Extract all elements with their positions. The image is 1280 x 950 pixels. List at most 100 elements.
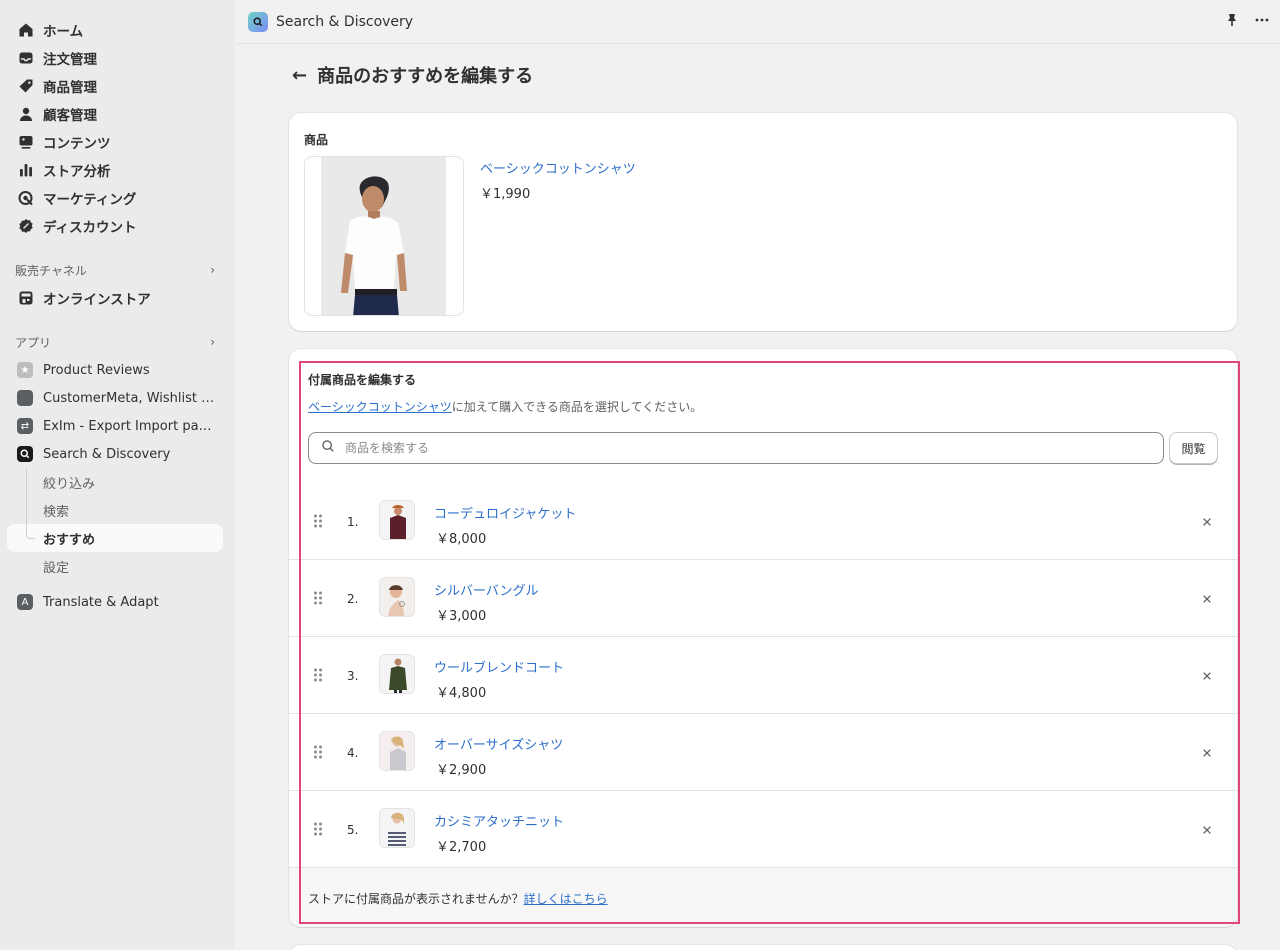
- nav-label: 顧客管理: [43, 108, 97, 124]
- list-item: 5. カシミアタッチニット ￥2,700: [289, 791, 1237, 868]
- page-title-text: 商品のおすすめを編集する: [317, 66, 534, 87]
- page-title: ← 商品のおすすめを編集する: [292, 62, 533, 88]
- nav-content[interactable]: コンテンツ: [0, 128, 235, 156]
- app-label: Translate & Adapt: [43, 594, 159, 610]
- star-icon: ★: [17, 362, 33, 378]
- item-thumbnail: [379, 654, 415, 694]
- nav-customers[interactable]: 顧客管理: [0, 100, 235, 128]
- remove-item-close-icon[interactable]: [1196, 511, 1218, 533]
- subnav-label: おすすめ: [43, 532, 96, 548]
- nav-label: 注文管理: [43, 52, 97, 68]
- export-import-icon: ⇄: [17, 418, 33, 434]
- remove-item-close-icon[interactable]: [1196, 665, 1218, 687]
- next-card-edge: [289, 945, 1237, 950]
- learn-more-link[interactable]: 詳しくはこちら: [524, 892, 608, 906]
- item-number: 5.: [347, 823, 359, 837]
- translate-icon: A: [17, 594, 33, 610]
- subnav-settings[interactable]: 設定: [0, 552, 235, 580]
- nav-discounts[interactable]: ディスカウント: [0, 212, 235, 240]
- sales-channels-label: 販売チャネル: [15, 263, 87, 278]
- tag-icon: [17, 77, 35, 95]
- item-name-link[interactable]: コーデュロイジャケット: [434, 503, 576, 522]
- drag-handle-icon[interactable]: [313, 513, 323, 533]
- app-customermeta[interactable]: CustomerMeta, Wishlist C...: [0, 384, 235, 412]
- pin-icon[interactable]: [1224, 12, 1240, 32]
- chevron-right-icon: ›: [210, 335, 215, 349]
- subnav-recommendations[interactable]: おすすめ: [7, 524, 223, 552]
- app-topbar: Search & Discovery: [235, 0, 1280, 44]
- related-products-title: 付属商品を編集する: [308, 373, 417, 387]
- nav-label: コンテンツ: [43, 136, 111, 152]
- drag-handle-icon[interactable]: [313, 667, 323, 687]
- app-search-discovery[interactable]: Search & Discovery: [0, 440, 235, 468]
- app-product-reviews[interactable]: ★ Product Reviews: [0, 356, 235, 384]
- subnav-filters[interactable]: 絞り込み: [0, 468, 235, 496]
- nav-orders[interactable]: 注文管理: [0, 44, 235, 72]
- tree-line: [26, 468, 27, 524]
- chevron-right-icon: ›: [210, 263, 215, 277]
- remove-item-close-icon[interactable]: [1196, 742, 1218, 764]
- nav-label: ディスカウント: [43, 220, 137, 236]
- nav-products[interactable]: 商品管理: [0, 72, 235, 100]
- apps-label: アプリ: [15, 335, 52, 350]
- item-name-link[interactable]: ウールブレンドコート: [434, 657, 564, 676]
- drag-handle-icon[interactable]: [313, 590, 323, 610]
- item-price: ￥8,000: [436, 532, 487, 547]
- item-price: ￥2,900: [436, 763, 487, 778]
- search-input[interactable]: [345, 441, 1125, 455]
- remove-item-close-icon[interactable]: [1196, 588, 1218, 610]
- item-thumbnail: [379, 808, 415, 848]
- nav-marketing[interactable]: マーケティング: [0, 184, 235, 212]
- item-number: 4.: [347, 746, 359, 760]
- item-name-link[interactable]: カシミアタッチニット: [434, 811, 564, 830]
- item-name-link[interactable]: シルバーバングル: [434, 580, 539, 599]
- back-arrow-icon[interactable]: ←: [292, 65, 307, 86]
- item-thumbnail: [379, 500, 415, 540]
- sidebar: ホーム 注文管理 商品管理 顧客管理 コンテンツ ストア分析 マーケティング デ…: [0, 0, 235, 950]
- product-image: [304, 156, 464, 316]
- remove-item-close-icon[interactable]: [1196, 819, 1218, 841]
- product-name-link[interactable]: ベーシックコットンシャツ: [480, 158, 636, 177]
- search-discovery-logo-icon: [248, 11, 268, 32]
- related-products-card: 付属商品を編集する ベーシックコットンシャツに加えて購入できる商品を選択してくだ…: [289, 349, 1237, 927]
- app-translate-adapt[interactable]: A Translate & Adapt: [0, 588, 235, 616]
- drag-handle-icon[interactable]: [313, 744, 323, 764]
- item-name-link[interactable]: オーバーサイズシャツ: [434, 734, 563, 753]
- nav-label: 商品管理: [43, 80, 97, 96]
- app-label: ExIm - Export Import pages: [43, 418, 218, 434]
- product-price: ￥1,990: [480, 187, 531, 202]
- drag-handle-icon[interactable]: [313, 821, 323, 841]
- nav-label: ストア分析: [43, 164, 111, 180]
- product-link[interactable]: ベーシックコットンシャツ: [308, 400, 452, 414]
- item-thumbnail: [379, 731, 415, 771]
- subnav-label: 検索: [43, 504, 70, 520]
- nav-home[interactable]: ホーム: [0, 16, 235, 44]
- subnav-label: 設定: [43, 560, 70, 576]
- subnav-search[interactable]: 検索: [0, 496, 235, 524]
- nav-online-store[interactable]: オンラインストア: [0, 284, 235, 312]
- product-section-label: 商品: [304, 133, 329, 147]
- related-products-description: ベーシックコットンシャツに加えて購入できる商品を選択してください。: [308, 398, 702, 415]
- bar-chart-icon: [17, 161, 35, 179]
- help-footer: ストアに付属商品が表示されませんか？詳しくはこちら: [289, 868, 1237, 927]
- help-text: ストアに付属商品が表示されませんか？: [308, 892, 524, 906]
- nav-analytics[interactable]: ストア分析: [0, 156, 235, 184]
- apps-header[interactable]: アプリ ›: [0, 328, 235, 356]
- search-icon: [321, 439, 335, 457]
- item-price: ￥2,700: [436, 840, 487, 855]
- item-number: 1.: [347, 515, 359, 529]
- app-label: CustomerMeta, Wishlist C...: [43, 390, 218, 406]
- app-title: Search & Discovery: [276, 13, 414, 30]
- app-exim[interactable]: ⇄ ExIm - Export Import pages: [0, 412, 235, 440]
- description-text: に加えて購入できる商品を選択してください。: [451, 400, 703, 414]
- item-price: ￥4,800: [436, 686, 487, 701]
- home-icon: [17, 21, 35, 39]
- browse-button[interactable]: 閲覧: [1169, 432, 1218, 464]
- more-options-icon[interactable]: [1254, 12, 1270, 32]
- nav-label: ホーム: [43, 24, 84, 40]
- sales-channels-header[interactable]: 販売チャネル ›: [0, 256, 235, 284]
- discount-icon: [17, 217, 35, 235]
- topbar-actions: [1224, 12, 1270, 32]
- product-search-field[interactable]: [308, 432, 1164, 464]
- app-square-icon: [17, 390, 33, 406]
